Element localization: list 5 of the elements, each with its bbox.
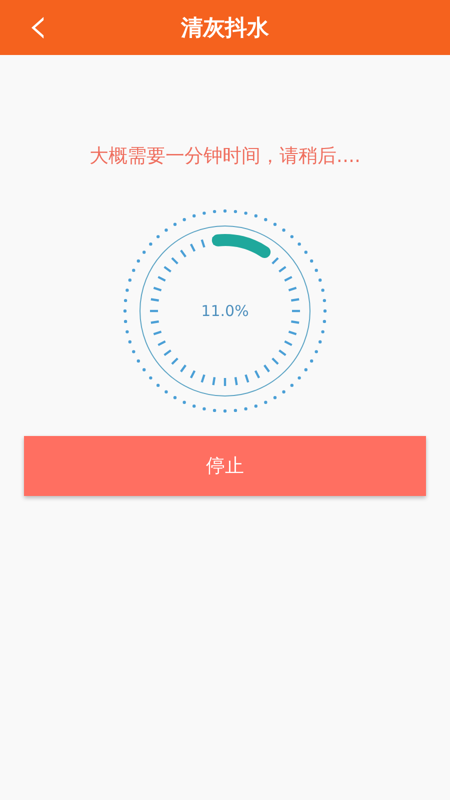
- wait-message: 大概需要一分钟时间，请稍后....: [88, 144, 362, 169]
- back-button[interactable]: ‹: [18, 0, 58, 55]
- stop-button[interactable]: 停止: [24, 436, 426, 496]
- page-title: 清灰抖水: [181, 14, 269, 42]
- progress-percent: 11.0%: [201, 302, 249, 320]
